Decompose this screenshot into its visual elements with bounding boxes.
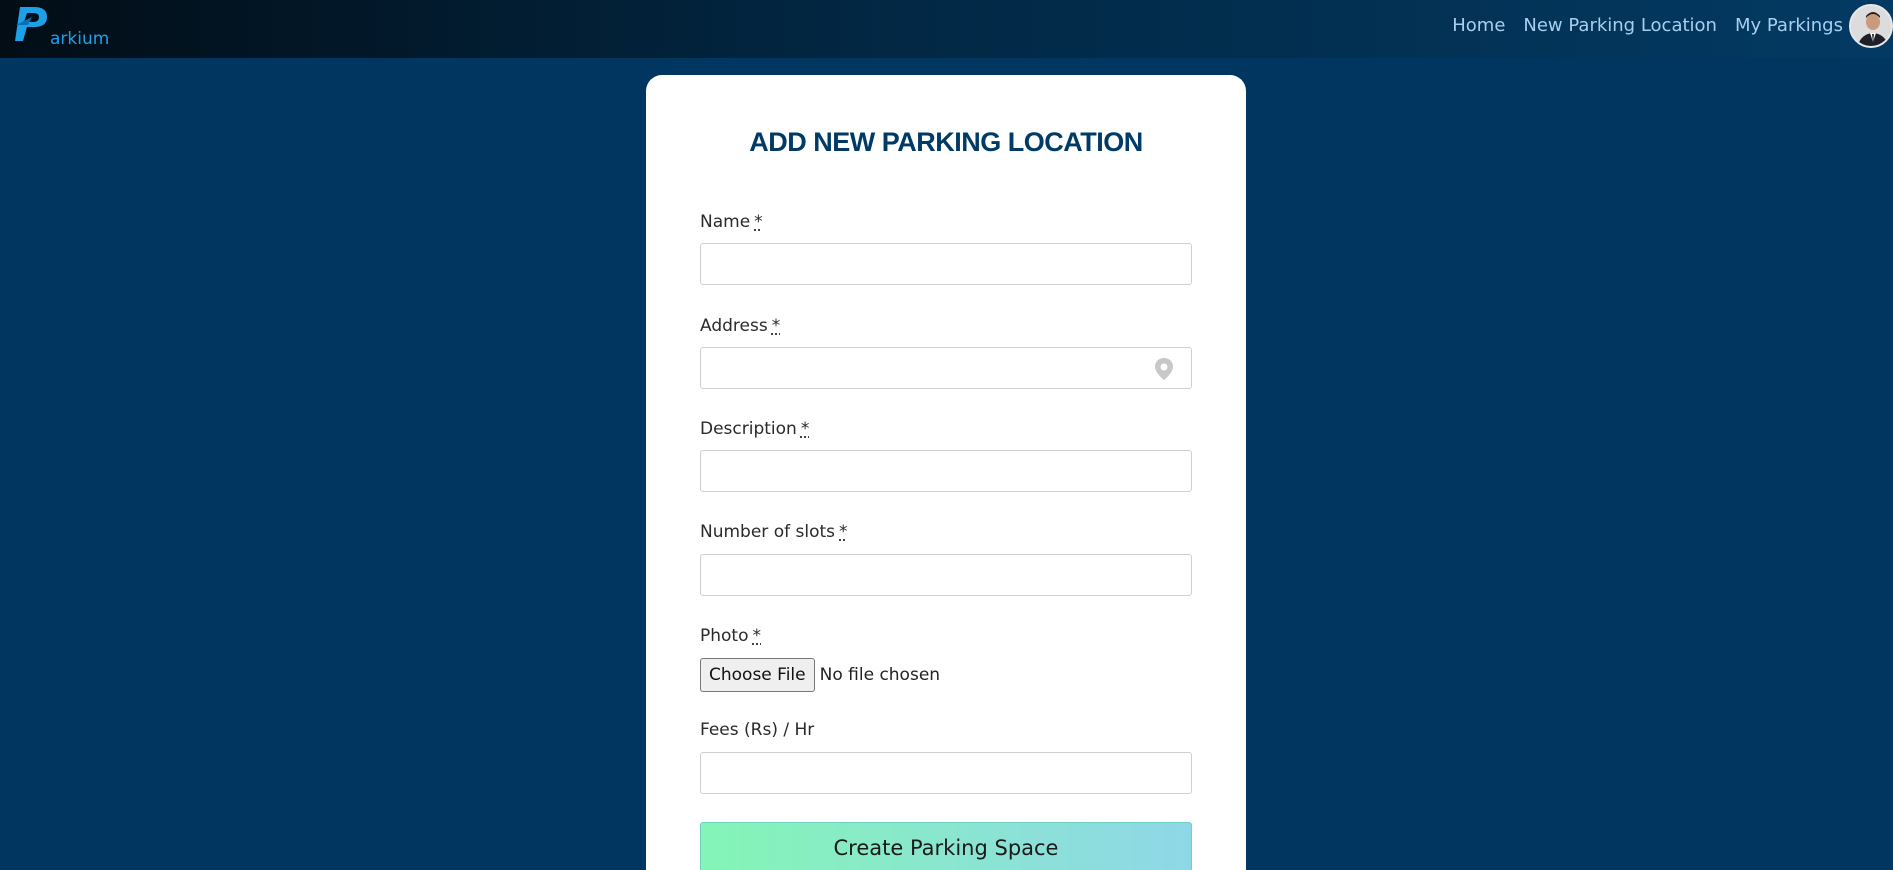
fees-label-text: Fees (Rs) / Hr (700, 720, 814, 740)
user-avatar-icon (1851, 6, 1893, 48)
choose-file-button[interactable]: Choose File (700, 658, 815, 692)
description-input[interactable] (700, 450, 1192, 492)
fees-input[interactable] (700, 752, 1192, 794)
number-of-slots-input[interactable] (700, 554, 1192, 596)
required-marker: * (772, 316, 781, 336)
name-input[interactable] (700, 243, 1192, 285)
nav-my-parkings-link[interactable]: My Parkings (1735, 15, 1843, 36)
required-marker: * (839, 522, 848, 542)
nav-links: Home New Parking Location My Parkings (1452, 15, 1843, 36)
fees-label: Fees (Rs) / Hr (700, 720, 814, 740)
photo-label-text: Photo (700, 626, 749, 646)
photo-label: Photo * (700, 626, 761, 646)
top-navbar: arkium Home New Parking Location My Park… (0, 0, 1893, 58)
name-label-text: Name (700, 212, 750, 232)
address-input[interactable] (700, 347, 1192, 389)
user-avatar[interactable] (1849, 4, 1893, 48)
description-label-text: Description (700, 419, 797, 439)
add-parking-form-card: ADD NEW PARKING LOCATION Name * Address * … (646, 75, 1246, 870)
file-status-text: No file chosen (820, 665, 940, 685)
form-title: ADD NEW PARKING LOCATION (646, 127, 1246, 158)
description-label: Description * (700, 419, 809, 439)
required-marker: * (753, 626, 762, 646)
logo-text: arkium (50, 29, 109, 49)
required-marker: * (754, 212, 763, 232)
slots-label: Number of slots * (700, 522, 848, 542)
location-pin-icon[interactable] (1154, 357, 1174, 381)
logo-p-icon (14, 3, 50, 43)
name-label: Name * (700, 212, 763, 232)
required-marker: * (801, 419, 810, 439)
parkium-logo[interactable]: arkium (14, 3, 94, 51)
nav-new-parking-location-link[interactable]: New Parking Location (1523, 15, 1717, 36)
nav-home-link[interactable]: Home (1452, 15, 1505, 36)
address-label: Address * (700, 316, 780, 336)
address-label-text: Address (700, 316, 768, 336)
slots-label-text: Number of slots (700, 522, 835, 542)
create-parking-space-button[interactable]: Create Parking Space (700, 822, 1192, 870)
photo-file-input: Choose File No file chosen (700, 658, 940, 692)
